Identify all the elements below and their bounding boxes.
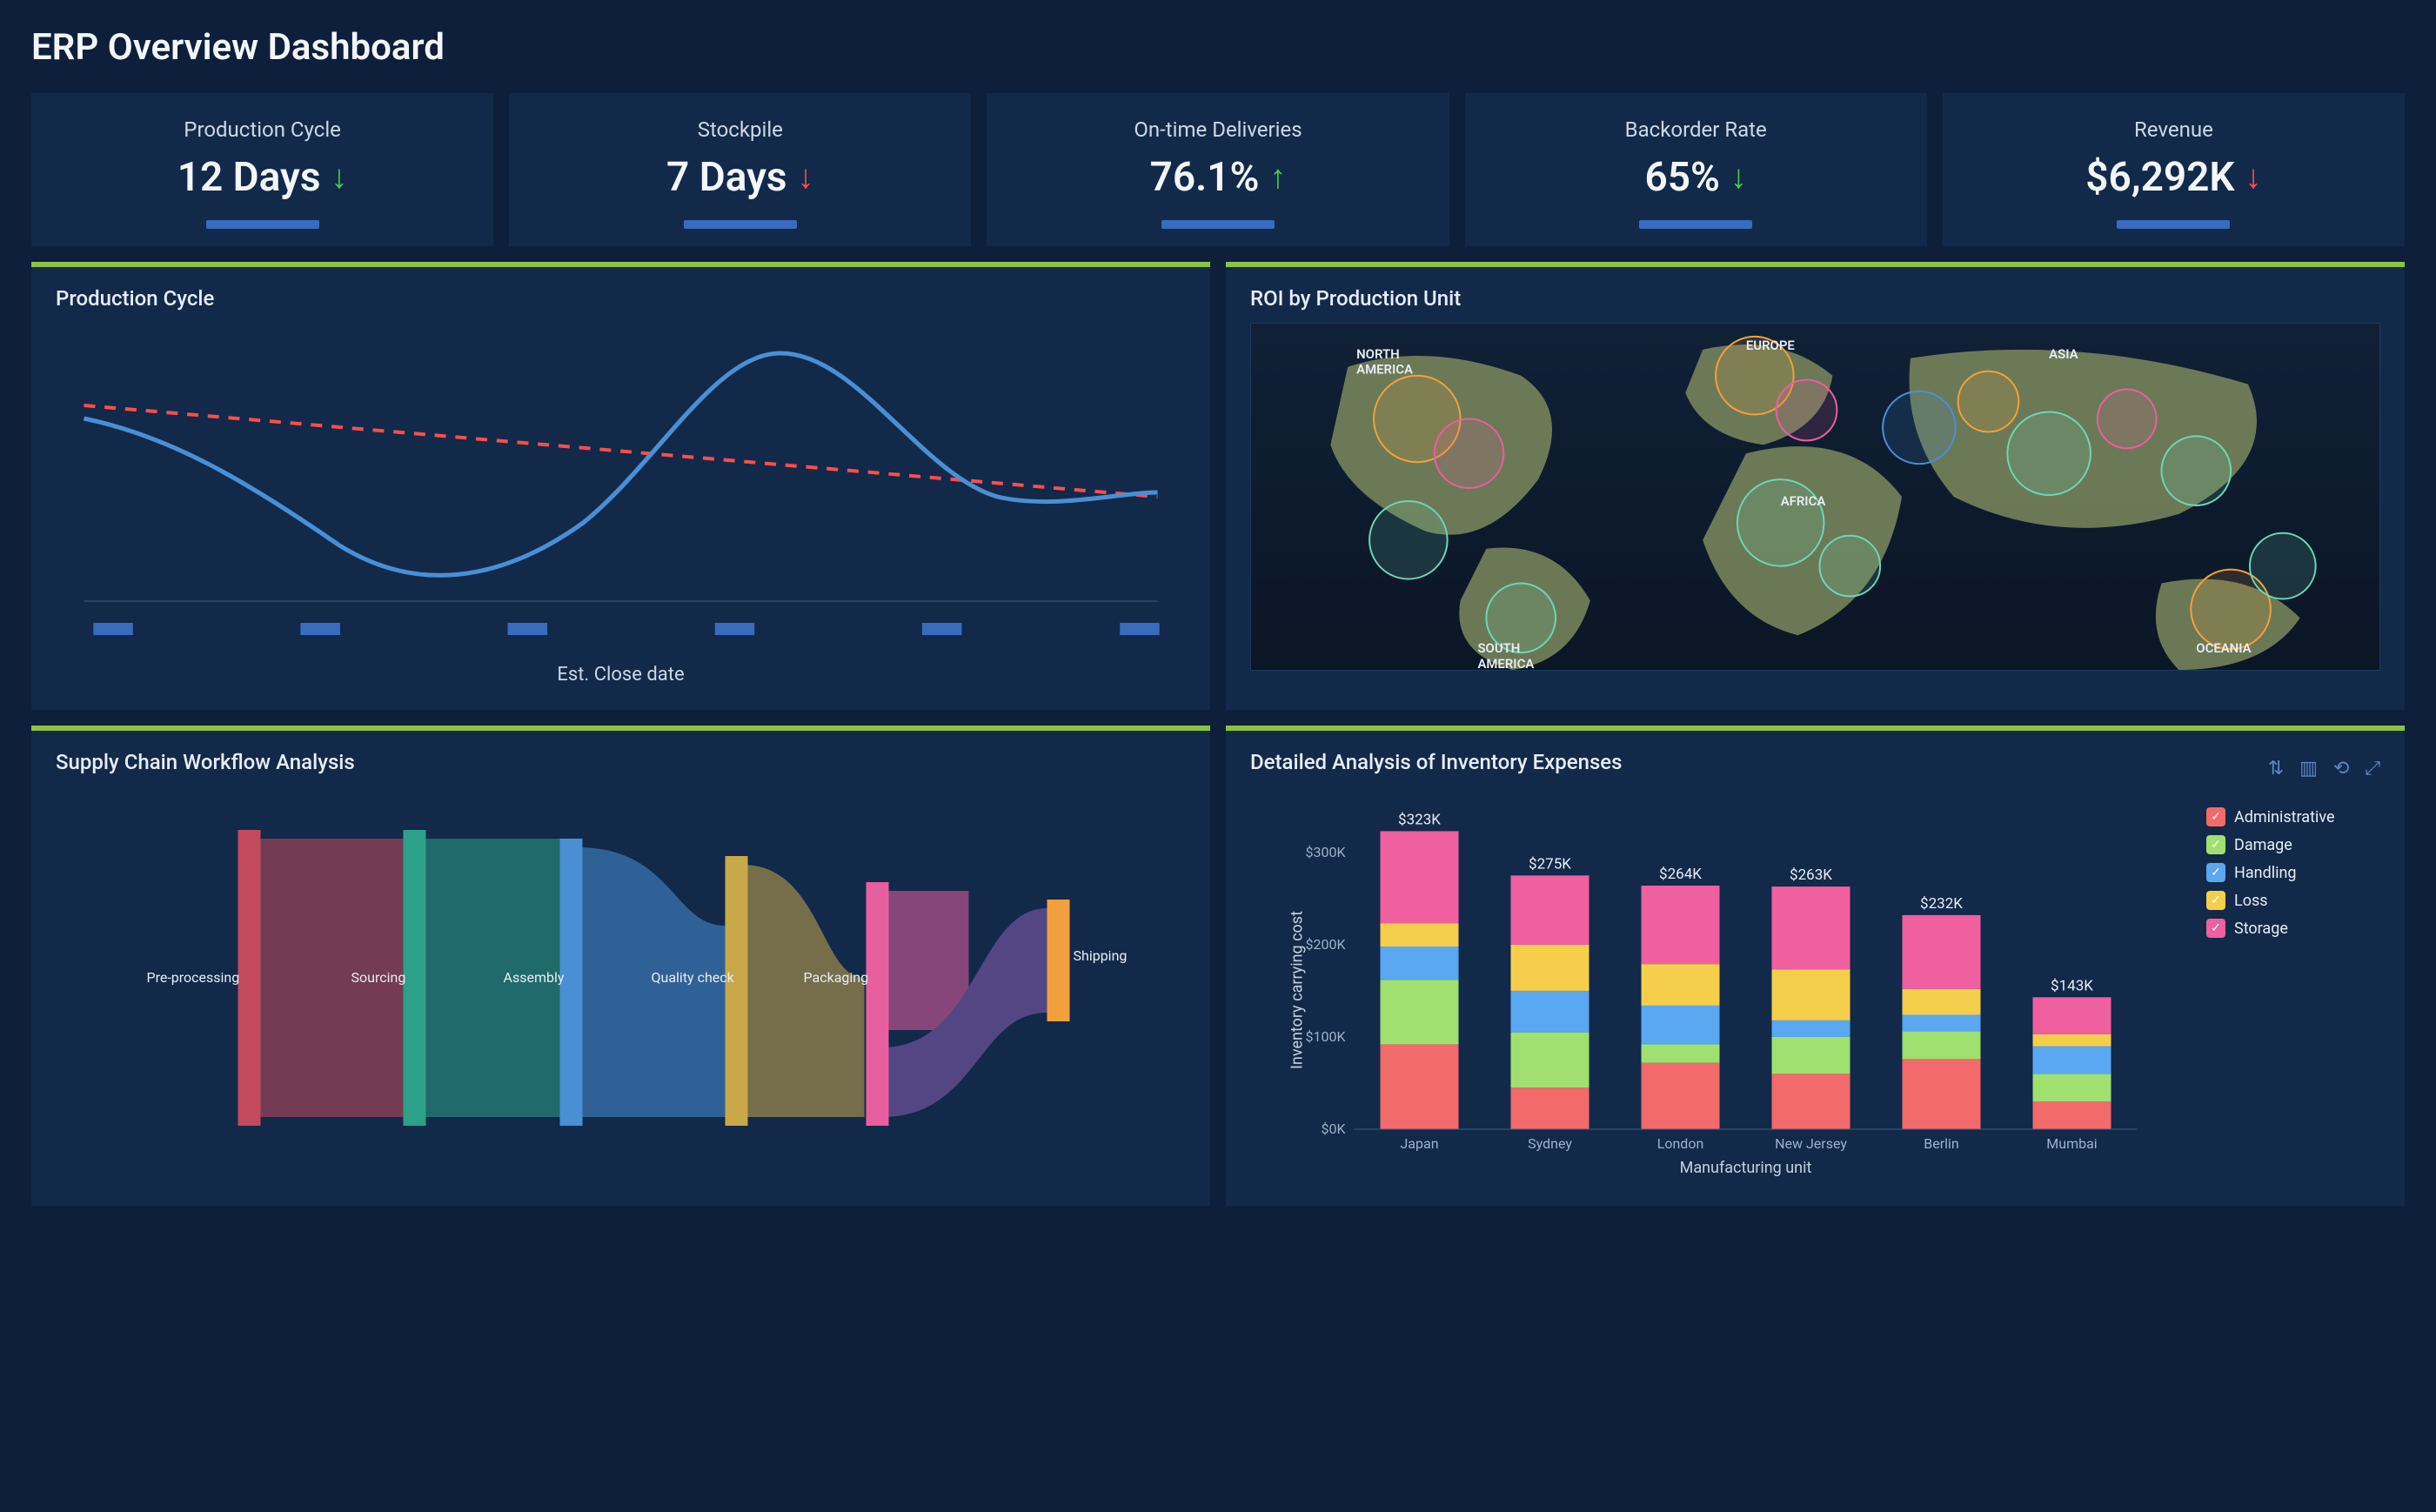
panel-title: ROI by Production Unit — [1250, 286, 2380, 311]
panel-inventory-expenses: Detailed Analysis of Inventory Expenses … — [1226, 726, 2405, 1206]
kpi-label: Backorder Rate — [1625, 117, 1767, 142]
map-label: SOUTH — [1477, 640, 1520, 656]
world-map[interactable]: NORTH AMERICA EUROPE ASIA AFRICA SOUTH A… — [1250, 323, 2380, 671]
map-label: NORTH — [1356, 346, 1400, 362]
panel-title: Supply Chain Workflow Analysis — [56, 750, 1186, 774]
svg-text:$232K: $232K — [1920, 895, 1963, 913]
legend-item-handling[interactable]: ✓Handling — [2206, 863, 2380, 882]
kpi-backorder-rate[interactable]: Backorder Rate 65%↓ — [1465, 93, 1927, 246]
svg-text:New Jersey: New Jersey — [1775, 1135, 1847, 1152]
svg-text:$275K: $275K — [1529, 855, 1571, 873]
sankey-node-label: Shipping — [1074, 947, 1128, 964]
kpi-value: 12 Days↓ — [177, 154, 348, 201]
chart-type-icon[interactable]: ▥ — [2299, 758, 2318, 779]
kpi-value: 7 Days↓ — [666, 154, 814, 201]
arrow-down-icon: ↓ — [1730, 161, 1747, 194]
map-label: EUROPE — [1746, 338, 1796, 353]
svg-text:$200K: $200K — [1305, 936, 1346, 953]
panel-supply-chain: Supply Chain Workflow Analysis — [31, 726, 1210, 1206]
svg-text:$264K: $264K — [1659, 866, 1702, 883]
kpi-value: $6,292K↓ — [2085, 154, 2261, 201]
kpi-bar-placeholder — [684, 220, 797, 229]
production-line-chart[interactable] — [56, 323, 1186, 653]
legend-item-loss[interactable]: ✓Loss — [2206, 891, 2380, 910]
expand-icon[interactable]: ⤢ — [2365, 758, 2380, 779]
legend-item-damage[interactable]: ✓Damage — [2206, 835, 2380, 854]
svg-text:$323K: $323K — [1398, 811, 1441, 828]
arrow-up-icon: ↑ — [1269, 161, 1286, 194]
kpi-label: On-time Deliveries — [1134, 117, 1302, 142]
kpi-value: 76.1%↑ — [1150, 154, 1287, 201]
svg-text:Japan: Japan — [1400, 1135, 1438, 1152]
panel-production-cycle: Production Cycle Est. Close date — [31, 262, 1210, 710]
sankey-node-label: Sourcing — [351, 969, 406, 986]
stacked-bar-chart[interactable]: $0K $100K $200K $300K Inventory carrying cos… — [1250, 799, 2189, 1181]
kpi-bar-placeholder — [2117, 220, 2230, 229]
kpi-label: Stockpile — [698, 117, 783, 142]
sankey-node-label: Assembly — [504, 969, 565, 986]
kpi-bar-placeholder — [206, 220, 319, 229]
refresh-icon[interactable]: ⟲ — [2333, 758, 2349, 779]
map-label: AMERICA — [1477, 656, 1534, 670]
arrow-down-icon: ↓ — [798, 161, 814, 194]
svg-text:$100K: $100K — [1305, 1028, 1346, 1045]
kpi-on-time-deliveries[interactable]: On-time Deliveries 76.1%↑ — [987, 93, 1449, 246]
page-title: ERP Overview Dashboard — [31, 26, 2405, 69]
svg-text:Berlin: Berlin — [1924, 1135, 1959, 1152]
svg-text:$263K: $263K — [1790, 866, 1832, 884]
kpi-bar-placeholder — [1639, 220, 1752, 229]
svg-text:Inventory carrying cost: Inventory carrying cost — [1288, 911, 1307, 1069]
kpi-stockpile[interactable]: Stockpile 7 Days↓ — [509, 93, 971, 246]
map-label: OCEANIA — [2196, 640, 2251, 656]
arrow-down-icon: ↓ — [2245, 161, 2262, 194]
map-label: AFRICA — [1781, 493, 1826, 509]
sankey-node-label: Quality check — [652, 969, 735, 986]
legend-item-administrative[interactable]: ✓Administrative — [2206, 807, 2380, 826]
kpi-label: Production Cycle — [184, 117, 341, 142]
legend-item-storage[interactable]: ✓Storage — [2206, 919, 2380, 938]
kpi-value: 65%↓ — [1644, 154, 1747, 201]
kpi-revenue[interactable]: Revenue $6,292K↓ — [1943, 93, 2405, 246]
sankey-node-label: Pre-processing — [147, 969, 240, 986]
kpi-bar-placeholder — [1161, 220, 1275, 229]
panel-toolbar: ⇅ ▥ ⟲ ⤢ — [2268, 758, 2380, 779]
svg-text:$143K: $143K — [2051, 977, 2093, 994]
panel-title: Production Cycle — [56, 286, 1186, 311]
sort-icon[interactable]: ⇅ — [2268, 758, 2284, 779]
svg-text:London: London — [1657, 1135, 1704, 1152]
sankey-chart[interactable]: Pre-processing Sourcing Assembly Quality… — [56, 786, 1186, 1169]
panel-roi-map: ROI by Production Unit — [1226, 262, 2405, 710]
svg-text:$300K: $300K — [1305, 844, 1346, 860]
panel-title: Detailed Analysis of Inventory Expenses — [1250, 750, 1623, 774]
svg-text:Sydney: Sydney — [1528, 1135, 1572, 1152]
kpi-production-cycle[interactable]: Production Cycle 12 Days↓ — [31, 93, 493, 246]
svg-text:$0K: $0K — [1321, 1121, 1346, 1137]
kpi-label: Revenue — [2134, 117, 2213, 142]
kpi-row: Production Cycle 12 Days↓ Stockpile 7 Da… — [31, 93, 2405, 246]
map-label: ASIA — [2049, 346, 2078, 362]
sankey-node-label: Packaging — [804, 969, 869, 986]
map-label: AMERICA — [1356, 362, 1413, 378]
svg-text:Manufacturing unit: Manufacturing unit — [1680, 1159, 1812, 1177]
arrow-down-icon: ↓ — [331, 161, 348, 194]
chart-xlabel: Est. Close date — [56, 664, 1186, 686]
chart-legend: ✓Administrative ✓Damage ✓Handling ✓Loss … — [2206, 799, 2380, 1181]
svg-text:Mumbai: Mumbai — [2046, 1135, 2097, 1152]
